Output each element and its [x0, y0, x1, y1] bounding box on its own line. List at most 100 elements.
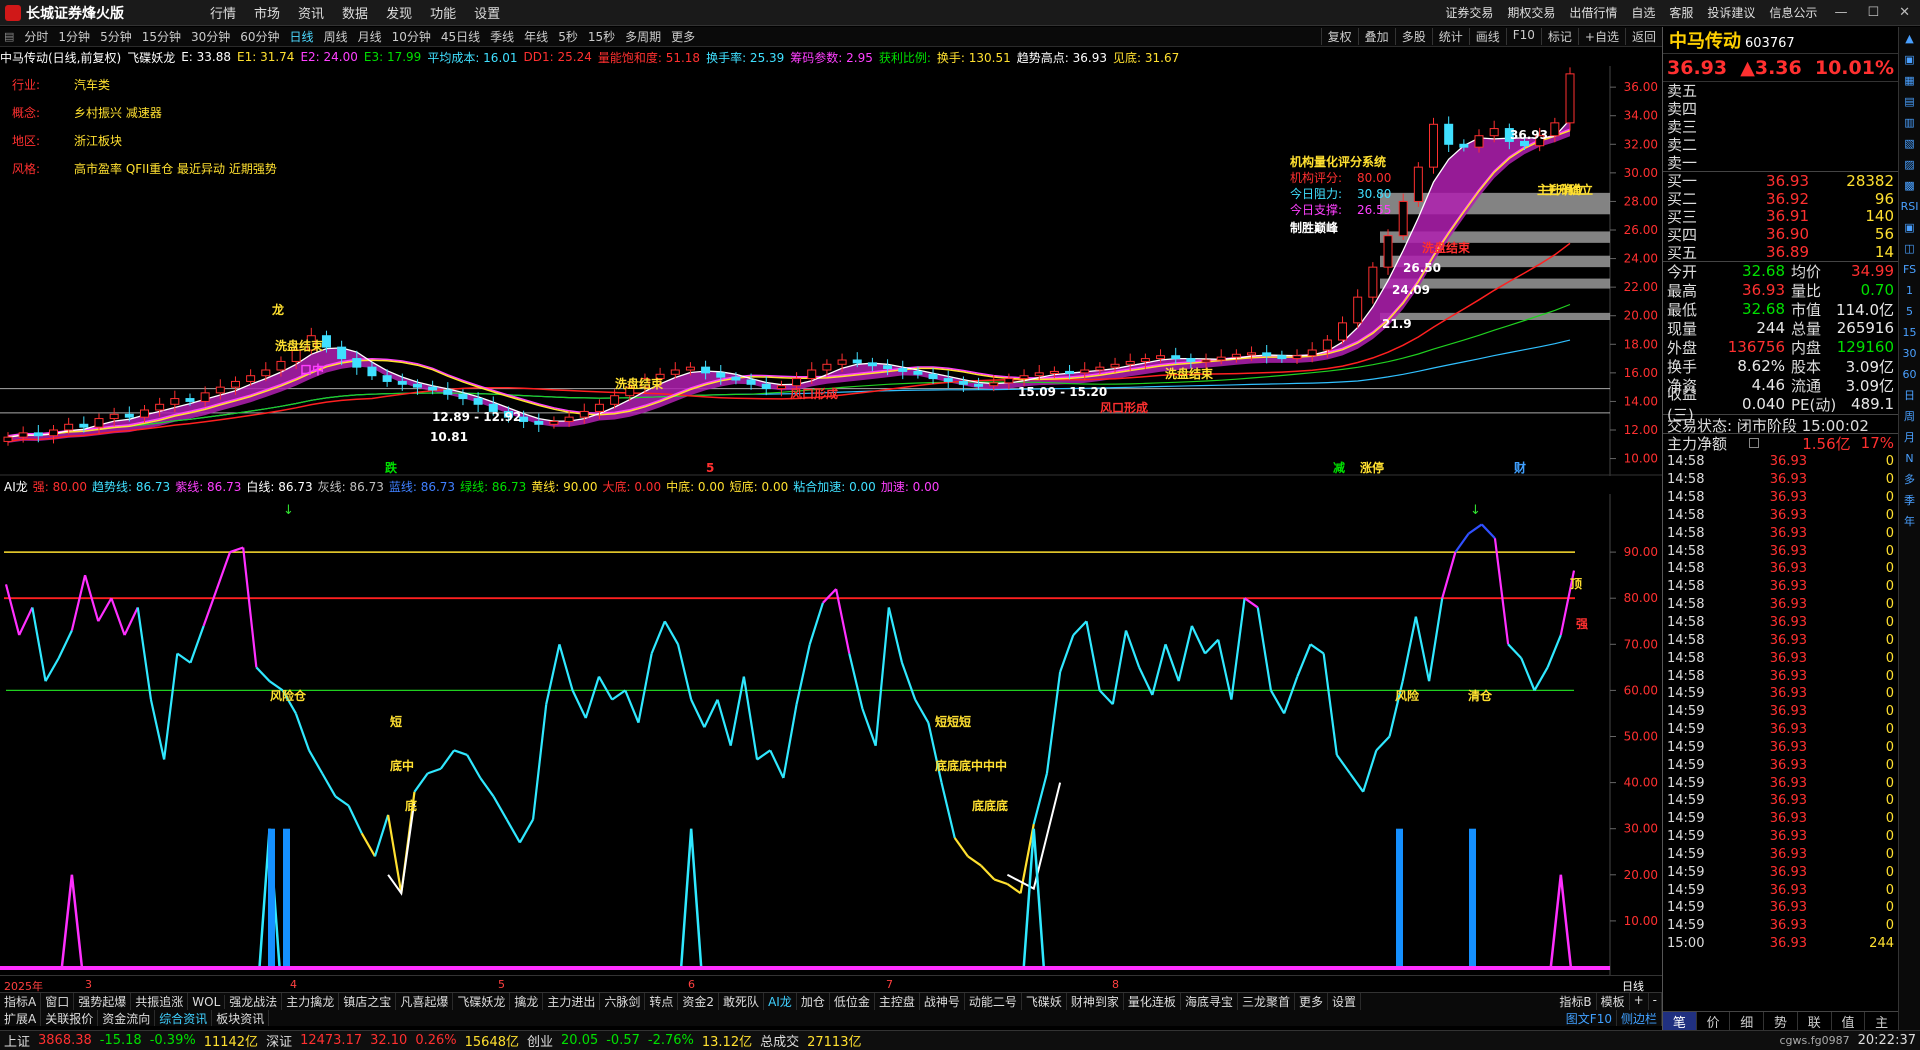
- indicator-tab[interactable]: 飞碟妖龙: [453, 993, 511, 1010]
- chart-tool-button[interactable]: 标记: [1540, 28, 1578, 45]
- top-menu-item[interactable]: 投诉建议: [1700, 4, 1762, 21]
- indicator-tab[interactable]: 强势起爆: [74, 993, 132, 1010]
- list-icon[interactable]: ▤: [0, 30, 19, 43]
- indicator-tab[interactable]: 财神到家: [1067, 993, 1124, 1010]
- sidebar-tool-icon[interactable]: 1: [1901, 281, 1919, 300]
- indicator-tab[interactable]: 指标A: [0, 993, 42, 1010]
- quote-tab[interactable]: 联: [1798, 1012, 1832, 1031]
- period-tab[interactable]: 15秒: [583, 28, 620, 45]
- net-toggle-icon[interactable]: [1749, 438, 1759, 449]
- extension-tab[interactable]: 资金流向: [98, 1010, 156, 1026]
- indicator-tab[interactable]: 战神号: [920, 993, 965, 1010]
- extension-tab[interactable]: 综合资讯: [155, 1010, 213, 1026]
- menu-settings[interactable]: 设置: [465, 3, 509, 22]
- indicator-tab[interactable]: 海底寻宝: [1181, 993, 1238, 1010]
- period-tab[interactable]: 分时: [19, 28, 53, 45]
- indicator-tab[interactable]: 动能二号: [965, 993, 1022, 1010]
- period-tab[interactable]: 30分钟: [186, 28, 235, 45]
- menu-market[interactable]: 行情: [201, 3, 245, 22]
- indicator-tab[interactable]: 三龙聚首: [1238, 993, 1295, 1010]
- indicator-tab[interactable]: 镇店之宝: [339, 993, 397, 1010]
- extension-tab[interactable]: 扩展A: [0, 1010, 42, 1026]
- period-tab[interactable]: 15分钟: [137, 28, 186, 45]
- tick-list[interactable]: 14:58 36.93 0 14:58 36.93 0 14:58 36.93 0 14:58 36…: [1663, 453, 1898, 953]
- indicator-tab-tool[interactable]: -: [1649, 993, 1662, 1010]
- quote-tab[interactable]: 价: [1697, 1012, 1731, 1031]
- sidebar-tool-icon[interactable]: ▨: [1901, 155, 1919, 174]
- sidebar-tool-icon[interactable]: 60: [1901, 365, 1919, 384]
- top-menu-item[interactable]: 客服: [1662, 4, 1700, 21]
- extension-tab[interactable]: 关联报价: [41, 1010, 99, 1026]
- sidebar-tool-icon[interactable]: 15: [1901, 323, 1919, 342]
- extension-tab-tool[interactable]: 图文F10: [1562, 1010, 1617, 1026]
- quote-tab[interactable]: 值: [1832, 1012, 1866, 1031]
- period-tab[interactable]: 60分钟: [235, 28, 284, 45]
- period-tab[interactable]: 更多: [666, 28, 700, 45]
- sidebar-tool-icon[interactable]: ▲: [1901, 29, 1919, 48]
- top-menu-item[interactable]: 自选: [1624, 4, 1662, 21]
- top-menu-item[interactable]: 证券交易: [1438, 4, 1500, 21]
- indicator-tab[interactable]: 共振追涨: [131, 993, 189, 1010]
- chart-tool-button[interactable]: 统计: [1431, 28, 1469, 45]
- extension-tab[interactable]: 板块资讯: [212, 1010, 270, 1026]
- menu-data[interactable]: 数据: [333, 3, 377, 22]
- sidebar-tool-icon[interactable]: 月: [1901, 428, 1919, 447]
- indicator-tab[interactable]: 更多: [1295, 993, 1328, 1010]
- chart-tool-button[interactable]: F10: [1505, 28, 1541, 45]
- menu-function[interactable]: 功能: [421, 3, 465, 22]
- period-tab[interactable]: 季线: [485, 28, 519, 45]
- ai-dragon-indicator-chart[interactable]: 90.00 80.00 70.00 60.00 50.00 40.00 30.00 20.00…: [0, 494, 1662, 975]
- period-tab[interactable]: 5分钟: [95, 28, 137, 45]
- period-tab[interactable]: 10分钟: [387, 28, 436, 45]
- sidebar-tool-icon[interactable]: FS: [1901, 260, 1919, 279]
- min-icon[interactable]: —: [1824, 5, 1857, 20]
- indicator-tab-tool[interactable]: +: [1630, 993, 1649, 1010]
- period-tab[interactable]: 周线: [319, 28, 353, 45]
- period-tab[interactable]: 多周期: [620, 28, 666, 45]
- indicator-tab[interactable]: 转点: [645, 993, 679, 1010]
- sidebar-tool-icon[interactable]: 年: [1901, 512, 1919, 531]
- max-icon[interactable]: ☐: [1857, 5, 1889, 20]
- indicator-tab[interactable]: 设置: [1328, 993, 1361, 1010]
- period-tab[interactable]: 日线: [285, 28, 319, 45]
- top-menu-item[interactable]: 出借行情: [1562, 4, 1624, 21]
- sidebar-tool-icon[interactable]: ▦: [1901, 71, 1919, 90]
- indicator-tab-tool[interactable]: 指标B: [1555, 993, 1597, 1010]
- indicator-tab-tool[interactable]: 模板: [1597, 993, 1630, 1010]
- quote-tab[interactable]: 笔: [1663, 1012, 1697, 1031]
- indicator-tab[interactable]: AI龙: [764, 993, 797, 1010]
- sidebar-tool-icon[interactable]: ▧: [1901, 134, 1919, 153]
- period-tab[interactable]: 月线: [353, 28, 387, 45]
- chart-tool-button[interactable]: 返回: [1624, 28, 1662, 45]
- indicator-tab[interactable]: 加仓: [797, 993, 830, 1010]
- indicator-tab[interactable]: 量化连板: [1124, 993, 1181, 1010]
- quote-tab[interactable]: 势: [1764, 1012, 1798, 1031]
- quote-tab[interactable]: 主: [1865, 1012, 1900, 1031]
- sidebar-tool-icon[interactable]: ▣: [1901, 50, 1919, 69]
- indicator-tab[interactable]: 资金2: [678, 993, 720, 1010]
- indicator-tab[interactable]: 强龙战法: [225, 993, 283, 1010]
- period-tab[interactable]: 年线: [519, 28, 553, 45]
- chart-tool-button[interactable]: +自选: [1577, 28, 1625, 45]
- top-menu-item[interactable]: 期权交易: [1500, 4, 1562, 21]
- sidebar-tool-icon[interactable]: ◫: [1901, 239, 1919, 258]
- menu-discover[interactable]: 发现: [377, 3, 421, 22]
- indicator-tab[interactable]: 飞碟妖: [1022, 993, 1067, 1010]
- period-tab[interactable]: 5秒: [553, 28, 583, 45]
- sidebar-tool-icon[interactable]: 日: [1901, 386, 1919, 405]
- indicator-tab[interactable]: 主控盘: [875, 993, 920, 1010]
- sidebar-tool-icon[interactable]: ▣: [1901, 218, 1919, 237]
- sidebar-tool-icon[interactable]: 周: [1901, 407, 1919, 426]
- indicator-tab[interactable]: WOL: [188, 994, 226, 1009]
- extension-tab-tool[interactable]: 侧边栏: [1617, 1010, 1662, 1026]
- indicator-tab[interactable]: 主力擒龙: [282, 993, 340, 1010]
- sidebar-tool-icon[interactable]: 5: [1901, 302, 1919, 321]
- sidebar-tool-icon[interactable]: N: [1901, 449, 1919, 468]
- sidebar-tool-icon[interactable]: ▩: [1901, 176, 1919, 195]
- menu-market2[interactable]: 市场: [245, 3, 289, 22]
- indicator-tab[interactable]: 窗口: [41, 993, 75, 1010]
- close-icon[interactable]: ✕: [1889, 5, 1920, 20]
- sidebar-tool-icon[interactable]: ▤: [1901, 92, 1919, 111]
- period-tab[interactable]: 45日线: [436, 28, 485, 45]
- indicator-tab[interactable]: 低位金: [830, 993, 875, 1010]
